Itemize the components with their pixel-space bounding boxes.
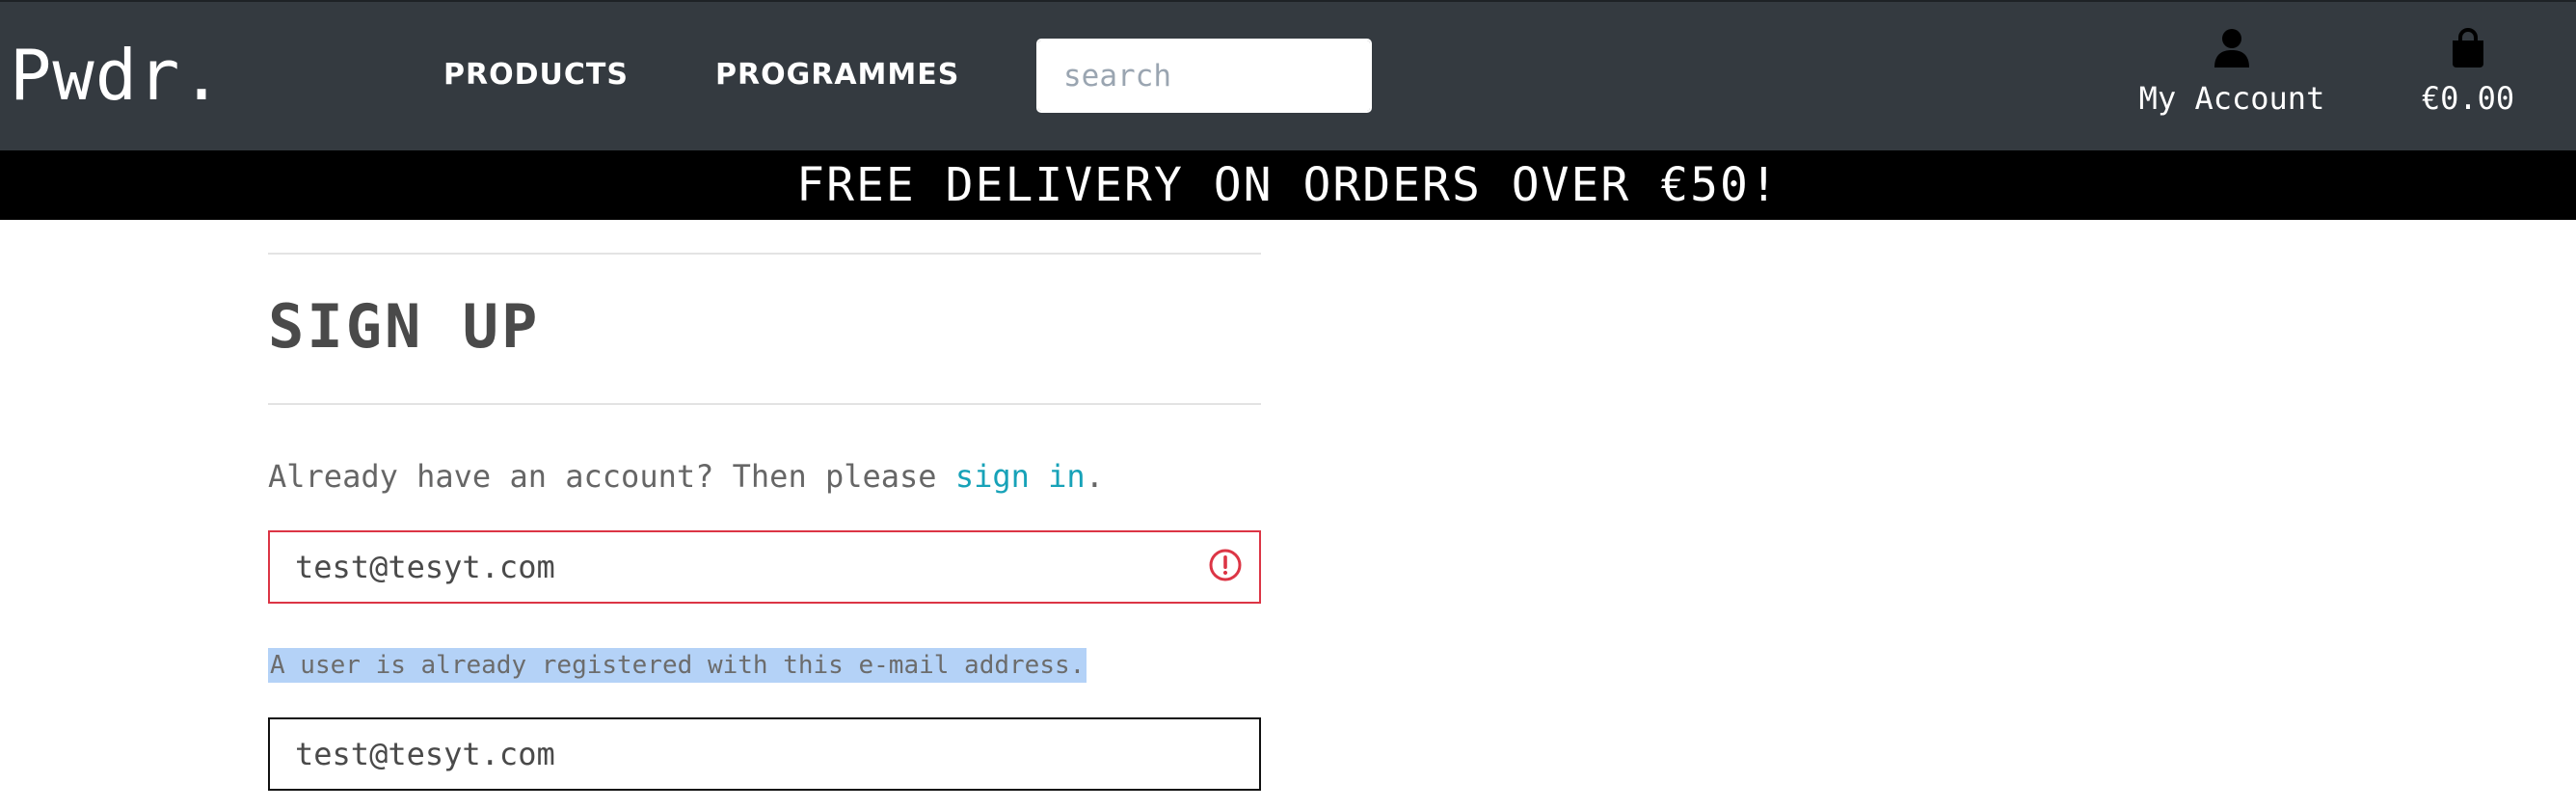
- signin-prompt-text: Already have an account? Then please: [268, 458, 955, 495]
- my-account-label: My Account: [2138, 80, 2325, 117]
- navbar: Pwdr. PRODUCTS PROGRAMMES My Account €0.…: [0, 0, 2576, 150]
- my-account-link[interactable]: My Account: [2131, 27, 2333, 118]
- nav-link-products[interactable]: PRODUCTS: [443, 56, 629, 94]
- divider-top: [268, 253, 1261, 255]
- shopping-bag-icon: [2453, 27, 2483, 68]
- email-confirm-field[interactable]: [268, 717, 1261, 791]
- cart-total: €0.00: [2421, 80, 2515, 117]
- divider-middle: [268, 403, 1261, 405]
- delivery-banner: FREE DELIVERY ON ORDERS OVER €50!: [0, 150, 2576, 220]
- user-icon: [2214, 29, 2249, 68]
- brand-logo[interactable]: Pwdr.: [10, 35, 224, 116]
- signin-link[interactable]: sign in: [955, 458, 1086, 495]
- error-icon: [1209, 549, 1242, 581]
- signin-prompt: Already have an account? Then please sig…: [268, 457, 1104, 496]
- search-form: [1036, 39, 1372, 113]
- email-error-message: A user is already registered with this e…: [268, 648, 1087, 683]
- signin-prompt-suffix: .: [1085, 458, 1104, 495]
- nav-link-programmes[interactable]: PROGRAMMES: [715, 56, 959, 94]
- search-input[interactable]: [1038, 40, 1370, 111]
- email-field[interactable]: [268, 530, 1261, 604]
- cart-link[interactable]: €0.00: [2410, 27, 2526, 118]
- page-title: SIGN UP: [268, 291, 541, 362]
